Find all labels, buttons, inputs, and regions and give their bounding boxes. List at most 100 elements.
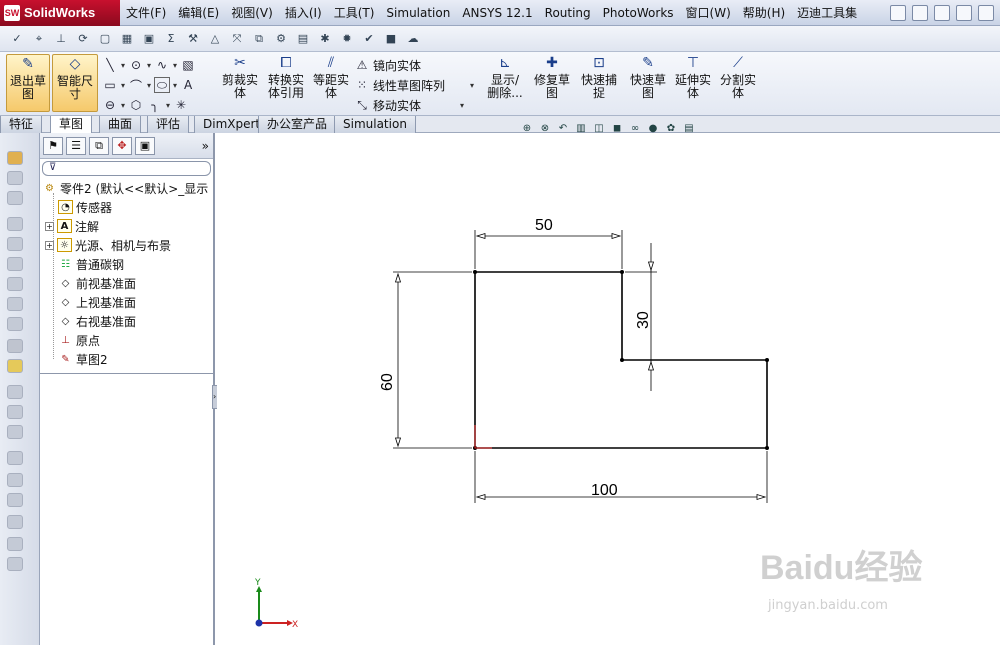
menu-routing[interactable]: Routing [539,0,597,26]
shell-icon[interactable] [7,473,23,487]
menu-simulation[interactable]: Simulation [380,0,456,26]
linear-pattern-button[interactable]: ⁙ 线性草图阵列 ▾ [354,75,474,95]
ellipse-icon[interactable]: ⬭ [154,77,171,93]
wizard-icon[interactable]: ✱ [316,30,334,48]
rapid-sketch-button[interactable]: ✎ 快速草 图 [626,54,670,112]
text-icon[interactable]: A [180,77,196,93]
property-manager-tab-icon[interactable]: ☰ [66,136,86,155]
plane-icon[interactable]: △ [206,30,224,48]
dimension-100-label[interactable]: 100 [591,482,618,499]
tab-features[interactable]: 特征 [0,116,43,133]
display-manager-tab-icon[interactable]: ▣ [135,136,155,155]
sweep-icon[interactable] [7,191,23,205]
grid-icon[interactable]: ▦ [118,30,136,48]
move-entities-button[interactable]: ⤡ 移动实体 ▾ [354,95,464,115]
menu-file[interactable]: 文件(F) [120,0,172,26]
relations-icon[interactable]: ⊥ [52,30,70,48]
arc-icon[interactable]: ⌒ [128,77,144,93]
tree-filter-input[interactable]: ⊽ [42,161,211,176]
new-file-icon[interactable] [912,4,928,21]
construction-icon[interactable]: ▧ [180,57,196,73]
hole-wizard-icon[interactable] [7,359,23,373]
extrude-icon[interactable] [7,151,23,165]
display-icon[interactable]: ▤ [294,30,312,48]
draft-icon[interactable] [7,451,23,465]
tree-item-top-plane[interactable]: ◇ 上视基准面 [58,293,136,311]
menu-tools[interactable]: 工具(T) [328,0,381,26]
tab-evaluate[interactable]: 评估 [147,116,190,133]
tree-item-annotations[interactable]: + A 注解 [45,217,99,235]
star-icon[interactable]: ✹ [338,30,356,48]
tab-sketch[interactable]: 草图 [50,116,93,134]
split-entities-button[interactable]: ⟋ 分割实 体 [716,54,760,112]
dimension-60-label[interactable]: 60 [379,373,396,391]
sum-icon[interactable]: Σ [162,30,180,48]
tab-office-products[interactable]: 办公室产品 [258,116,337,133]
revolve-icon[interactable] [7,171,23,185]
cut-icon[interactable] [7,257,23,271]
polygon-icon[interactable]: ⬡ [128,97,144,113]
slot-icon[interactable]: ⊖ [102,97,118,113]
tree-item-front-plane[interactable]: ◇ 前视基准面 [58,274,136,292]
menu-window[interactable]: 窗口(W) [680,0,737,26]
menu-insert[interactable]: 插入(I) [279,0,328,26]
boundary-icon[interactable] [7,237,23,251]
expand-icon[interactable]: + [45,221,54,231]
lock-icon[interactable]: ▢ [96,30,114,48]
menu-edit[interactable]: 编辑(E) [172,0,225,26]
exit-sketch-button[interactable]: ✎ 退出草 图 [6,54,50,112]
quick-snaps-button[interactable]: ⊡ 快速捕 捉 [578,54,620,112]
tab-simulation[interactable]: Simulation [334,116,416,133]
rib-icon[interactable] [7,425,23,439]
dimension-icon[interactable]: ⌖ [30,30,48,48]
point-icon[interactable]: ✳ [173,97,189,113]
dimension-30-label[interactable]: 30 [635,311,652,329]
dome-icon[interactable] [7,515,23,529]
menu-ansys[interactable]: ANSYS 12.1 [456,0,538,26]
trim-entities-button[interactable]: ✂ 剪裁实 体 [218,54,262,112]
snap-icon[interactable]: ▣ [140,30,158,48]
extend-entities-button[interactable]: ⊤ 延伸实 体 [672,54,714,112]
tree-item-origin[interactable]: ⊥ 原点 [58,331,100,349]
dimension-50[interactable] [474,230,623,269]
loft-icon[interactable] [7,217,23,231]
print-icon[interactable] [978,4,994,21]
fillet-icon[interactable]: ╮ [147,97,163,113]
display-delete-relations-button[interactable]: ⊾ 显示/ 删除... [484,54,526,112]
stop-icon[interactable]: ■ [382,30,400,48]
menu-photoworks[interactable]: PhotoWorks [597,0,680,26]
feature-manager-tab-icon[interactable]: ⚑ [43,136,63,155]
spline-icon[interactable]: ∿ [154,57,170,73]
tools-icon[interactable]: ⚒ [184,30,202,48]
move-icon[interactable]: ⤧ [228,30,246,48]
verify-icon[interactable]: ✔ [360,30,378,48]
convert-entities-button[interactable]: ⧠ 转换实 体引用 [264,54,308,112]
curves-icon[interactable] [7,557,23,571]
repair-sketch-button[interactable]: ✚ 修复草 图 [530,54,574,112]
rebuild-icon[interactable]: ⟳ [74,30,92,48]
wrap-icon[interactable] [7,493,23,507]
cut-loft-icon[interactable] [7,317,23,331]
offset-entities-button[interactable]: ⫽ 等距实 体 [310,54,352,112]
tree-item-sketch2[interactable]: ✎ 草图2 [58,350,107,368]
dimension-50-label[interactable]: 50 [535,217,553,234]
open-file-icon[interactable] [934,4,950,21]
circle-icon[interactable]: ⊙ [128,57,144,73]
menu-view[interactable]: 视图(V) [225,0,279,26]
dimension-60[interactable] [393,271,472,449]
pattern-icon[interactable] [7,385,23,399]
pin-icon[interactable] [890,4,906,21]
mirror-entities-button[interactable]: ⚠ 镜向实体 [354,55,421,75]
sketch-check-icon[interactable]: ✓ [8,30,26,48]
menu-help[interactable]: 帮助(H) [737,0,791,26]
tree-item-material[interactable]: ☷ 普通碳钢 [58,255,124,273]
menu-maidi-tools[interactable]: 迈迪工具集 [791,0,863,26]
line-icon[interactable]: ╲ [102,57,118,73]
tree-item-right-plane[interactable]: ◇ 右视基准面 [58,312,136,330]
reference-geometry-icon[interactable] [7,537,23,551]
tab-surfaces[interactable]: 曲面 [99,116,142,133]
smart-dimension-button[interactable]: ◇ 智能尺 寸 [52,54,98,112]
cut-revolve-icon[interactable] [7,277,23,291]
expand-icon[interactable]: + [45,240,54,250]
rectangle-icon[interactable]: ▭ [102,77,118,93]
